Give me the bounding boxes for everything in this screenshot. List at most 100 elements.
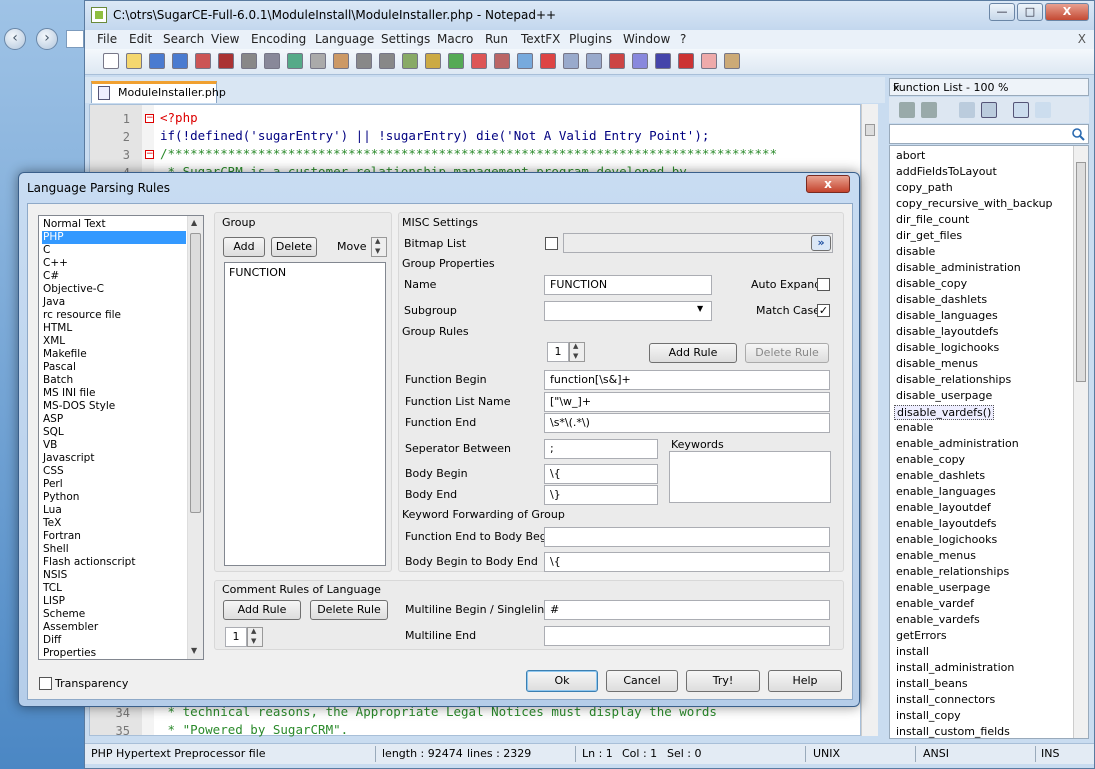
scroll-down-icon[interactable]: ▼ xyxy=(191,646,197,655)
group-rule-number[interactable]: 1 xyxy=(547,342,569,362)
language-list-item[interactable]: Diff xyxy=(42,634,186,647)
alpha-sort-icon[interactable] xyxy=(981,102,997,118)
toolbar-icon[interactable] xyxy=(241,53,257,69)
language-list-item[interactable]: rc resource file xyxy=(42,309,186,322)
function-list-item[interactable]: enable_menus xyxy=(896,549,976,562)
language-list-item[interactable]: PHP xyxy=(42,231,186,244)
menu-item-macro[interactable]: Macro xyxy=(437,32,473,46)
toolbar-icon[interactable] xyxy=(586,53,602,69)
language-list-item[interactable]: VB xyxy=(42,439,186,452)
function-list-item[interactable]: disable_relationships xyxy=(896,373,1011,386)
function-list-item[interactable]: enable_vardefs xyxy=(896,613,980,626)
menu-item-file[interactable]: File xyxy=(97,32,117,46)
subgroup-select[interactable] xyxy=(544,301,712,321)
function-list-item[interactable]: dir_get_files xyxy=(896,229,962,242)
list-view-icon[interactable] xyxy=(959,102,975,118)
auto-expand-checkbox[interactable] xyxy=(817,278,830,291)
function-list-item[interactable]: disable_userpage xyxy=(896,389,992,402)
function-end-field[interactable]: \s*\(.*\) xyxy=(544,413,830,433)
toolbar-icon[interactable] xyxy=(195,53,211,69)
menu-item-encoding[interactable]: Encoding xyxy=(251,32,306,46)
sort-icon[interactable] xyxy=(899,102,915,118)
function-list-item[interactable]: enable xyxy=(896,421,933,434)
browser-address-bar[interactable] xyxy=(66,30,84,48)
menu-item-settings[interactable]: Settings xyxy=(381,32,430,46)
toolbar-icon[interactable] xyxy=(379,53,395,69)
language-list-item[interactable]: ASP xyxy=(42,413,186,426)
function-list-item[interactable]: disable_copy xyxy=(896,277,967,290)
function-list-item[interactable]: disable_languages xyxy=(896,309,998,322)
group-rule-spinner[interactable] xyxy=(569,342,585,362)
function-list-item[interactable]: enable_logichooks xyxy=(896,533,997,546)
toolbar-icon[interactable] xyxy=(149,53,165,69)
scroll-up-icon[interactable]: ▲ xyxy=(191,218,197,227)
tree-view-icon[interactable] xyxy=(1035,102,1051,118)
function-list-item[interactable]: copy_recursive_with_backup xyxy=(896,197,1053,210)
language-list-item[interactable]: MS-DOS Style xyxy=(42,400,186,413)
language-list-item[interactable]: Lua xyxy=(42,504,186,517)
function-list-item[interactable]: enable_relationships xyxy=(896,565,1009,578)
group-view-icon[interactable] xyxy=(1013,102,1029,118)
toolbar-icon[interactable] xyxy=(701,53,717,69)
function-list-item[interactable]: enable_vardef xyxy=(896,597,974,610)
function-list-item[interactable]: install_copy xyxy=(896,709,961,722)
toolbar-icon[interactable] xyxy=(494,53,510,69)
toolbar-icon[interactable] xyxy=(218,53,234,69)
cancel-button[interactable]: Cancel xyxy=(606,670,678,692)
group-add-button[interactable]: Add xyxy=(223,237,265,257)
toolbar-icon[interactable] xyxy=(126,53,142,69)
language-list-item[interactable]: Objective-C xyxy=(42,283,186,296)
toolbar-icon[interactable] xyxy=(172,53,188,69)
function-list-item[interactable]: enable_layoutdef xyxy=(896,501,991,514)
language-list-item[interactable]: Shell xyxy=(42,543,186,556)
menu-item-run[interactable]: Run xyxy=(485,32,508,46)
toolbar-icon[interactable] xyxy=(540,53,556,69)
add-comment-rule-button[interactable]: Add Rule xyxy=(223,600,301,620)
fold-toggle-icon[interactable]: − xyxy=(145,114,154,123)
delete-comment-rule-button[interactable]: Delete Rule xyxy=(310,600,388,620)
language-list-item[interactable]: LISP xyxy=(42,595,186,608)
function-list-item[interactable]: disable_dashlets xyxy=(896,293,987,306)
language-list-item[interactable]: Flash actionscript xyxy=(42,556,186,569)
function-list-item[interactable]: disable xyxy=(896,245,935,258)
function-list-item[interactable]: enable_userpage xyxy=(896,581,990,594)
toolbar-icon[interactable] xyxy=(448,53,464,69)
menu-item-edit[interactable]: Edit xyxy=(129,32,152,46)
function-list-item[interactable]: addFieldsToLayout xyxy=(896,165,997,178)
language-list[interactable]: ▲ ▼ Normal Text PHP C C++ C# Objective-C Java r… xyxy=(38,215,204,660)
toolbar-icon[interactable] xyxy=(563,53,579,69)
group-list-item[interactable]: FUNCTION xyxy=(229,266,286,279)
magnifier-icon[interactable] xyxy=(1072,128,1085,141)
function-list-item[interactable]: disable_logichooks xyxy=(896,341,999,354)
function-list-item[interactable]: install xyxy=(896,645,929,658)
scroll-thumb[interactable] xyxy=(865,124,875,136)
transparency-checkbox[interactable] xyxy=(39,677,52,690)
language-list-item[interactable]: HTML xyxy=(42,322,186,335)
body-begin-field[interactable]: \{ xyxy=(544,464,658,484)
function-list-close-button[interactable]: x xyxy=(893,81,1085,94)
function-list[interactable]: abort addFieldsToLayout copy_path copy_recu… xyxy=(889,145,1089,739)
group-list[interactable]: FUNCTION xyxy=(224,262,386,566)
toolbar-icon[interactable] xyxy=(655,53,671,69)
function-list-item[interactable]: enable_administration xyxy=(896,437,1019,450)
function-list-item[interactable]: enable_dashlets xyxy=(896,469,985,482)
language-list-item[interactable]: Normal Text xyxy=(42,218,186,231)
language-list-item[interactable]: Makefile xyxy=(42,348,186,361)
toolbar-icon[interactable] xyxy=(724,53,740,69)
menu-item-textfx[interactable]: TextFX xyxy=(521,32,560,46)
tab-moduleinstaller[interactable]: ModuleInstaller.php xyxy=(91,81,226,103)
toolbar-icon[interactable] xyxy=(425,53,441,69)
menu-item-search[interactable]: Search xyxy=(163,32,204,46)
close-button[interactable]: X xyxy=(1045,3,1089,21)
function-list-item[interactable]: install_administration xyxy=(896,661,1014,674)
bitmap-list-checkbox[interactable] xyxy=(545,237,558,250)
function-list-item[interactable]: disable_menus xyxy=(896,357,978,370)
comment-rule-spinner[interactable] xyxy=(247,627,263,647)
toolbar-icon[interactable] xyxy=(287,53,303,69)
fold-toggle-icon[interactable]: − xyxy=(145,150,154,159)
language-list-item[interactable]: Java xyxy=(42,296,186,309)
try-button[interactable]: Try! xyxy=(686,670,760,692)
function-list-scrollbar[interactable] xyxy=(1073,146,1088,738)
bb-to-be-field[interactable]: \{ xyxy=(544,552,830,572)
group-delete-button[interactable]: Delete xyxy=(271,237,317,257)
